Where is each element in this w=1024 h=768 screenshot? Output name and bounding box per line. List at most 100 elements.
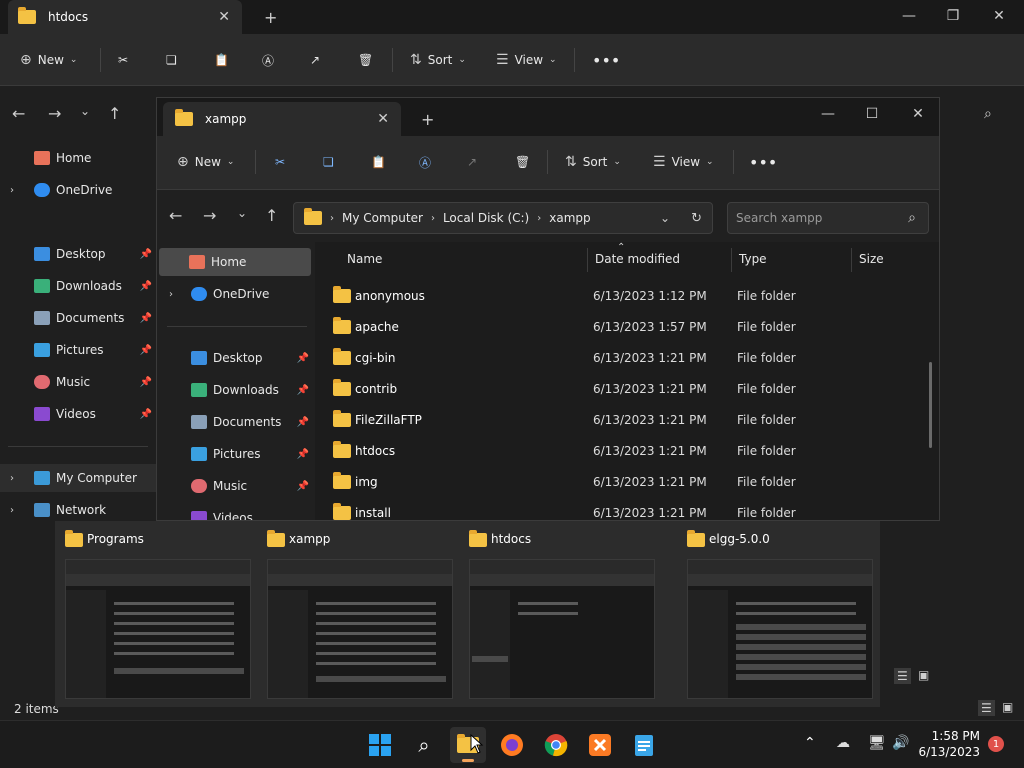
sidebar-item-downloads[interactable]: Downloads 📌 (0, 272, 156, 300)
delete-icon[interactable]: 🗑 (515, 150, 530, 174)
cut-icon[interactable]: ✂ (118, 48, 128, 72)
cut-icon[interactable]: ✂ (275, 150, 285, 174)
new-tab-icon[interactable]: + (264, 8, 277, 27)
table-row[interactable]: img 6/13/2023 1:21 PM File folder (315, 466, 925, 497)
show-hidden-icons-chevron[interactable]: ⌃ (804, 735, 816, 751)
expand-chevron-icon[interactable]: › (169, 289, 173, 300)
sort-button[interactable]: ⇅ Sort ⌄ (410, 48, 466, 72)
details-view-icon[interactable]: ☰ (894, 668, 911, 684)
close-tab-icon[interactable]: ✕ (218, 9, 230, 25)
sidebar-item-pictures[interactable]: Pictures 📌 (157, 440, 313, 468)
sidebar-item-home[interactable]: Home (0, 144, 156, 172)
minimize-button[interactable]: — (805, 98, 851, 130)
sidebar-item-music[interactable]: Music 📌 (0, 368, 156, 396)
breadcrumb-xampp[interactable]: xampp (549, 211, 590, 225)
details-view-icon[interactable]: ☰ (978, 700, 995, 716)
back-arrow-icon[interactable]: ← (12, 104, 25, 123)
table-row[interactable]: apache 6/13/2023 1:57 PM File folder (315, 311, 925, 342)
new-button[interactable]: ⊕ New ⌄ (177, 150, 234, 174)
firefox-icon[interactable] (494, 727, 530, 763)
address-bar[interactable]: › My Computer › Local Disk (C:) › xampp … (293, 202, 713, 234)
column-divider[interactable] (731, 248, 732, 272)
minimize-button[interactable]: — (886, 0, 932, 32)
sidebar-item-home[interactable]: Home (159, 248, 311, 276)
column-header-type[interactable]: Type (739, 252, 767, 266)
column-divider[interactable] (851, 248, 852, 272)
sidebar-item-videos[interactable]: Videos (157, 504, 313, 520)
share-icon[interactable]: ↗ (310, 48, 320, 72)
sidebar-item-pictures[interactable]: Pictures 📌 (0, 336, 156, 364)
volume-icon[interactable]: 🔊 (892, 735, 909, 751)
restore-button[interactable]: ❐ (930, 0, 976, 32)
new-button[interactable]: ⊕ New ⌄ (20, 48, 77, 72)
forward-arrow-icon[interactable]: → (48, 104, 61, 123)
more-icon[interactable]: ••• (749, 150, 777, 174)
recent-chevron-icon[interactable]: ⌄ (80, 104, 90, 118)
expand-chevron-icon[interactable]: › (10, 185, 14, 196)
sidebar-item-onedrive[interactable]: › OneDrive (157, 280, 313, 308)
column-header-size[interactable]: Size (859, 252, 884, 266)
expand-chevron-icon[interactable]: › (10, 505, 14, 516)
close-button[interactable]: ✕ (895, 98, 939, 130)
share-icon[interactable]: ↗ (467, 150, 477, 174)
preview-xampp[interactable]: xampp (257, 521, 455, 707)
recent-chevron-icon[interactable]: ⌄ (237, 206, 247, 220)
delete-icon[interactable]: 🗑 (358, 48, 373, 72)
copy-icon[interactable]: ❏ (323, 150, 334, 174)
preview-elgg[interactable]: elgg-5.0.0 (677, 521, 875, 707)
cloud-offline-icon[interactable]: ☁ (836, 735, 850, 751)
close-button[interactable]: ✕ (976, 0, 1022, 32)
column-header-name[interactable]: Name (347, 252, 382, 266)
rename-icon[interactable]: Ⓐ (419, 150, 431, 174)
view-button[interactable]: ☰ View ⌄ (653, 150, 714, 174)
sidebar-item-videos[interactable]: Videos 📌 (0, 400, 156, 428)
start-icon[interactable] (362, 727, 398, 763)
vertical-scrollbar[interactable] (929, 362, 932, 448)
tiles-view-icon[interactable]: ▣ (918, 668, 929, 682)
table-row[interactable]: install 6/13/2023 1:21 PM File folder (315, 497, 925, 520)
sidebar-item-downloads[interactable]: Downloads 📌 (157, 376, 313, 404)
breadcrumb-my-computer[interactable]: My Computer (342, 211, 423, 225)
search-input[interactable]: Search xampp ⌕ (727, 202, 929, 234)
search-icon[interactable]: ⌕ (984, 106, 992, 122)
breadcrumb-local-disk[interactable]: Local Disk (C:) (443, 211, 529, 225)
sidebar-item-desktop[interactable]: Desktop 📌 (157, 344, 313, 372)
column-divider[interactable] (587, 248, 588, 272)
preview-programs[interactable]: Programs (55, 521, 253, 707)
sidebar-item-documents[interactable]: Documents 📌 (0, 304, 156, 332)
chrome-icon[interactable] (538, 727, 574, 763)
table-row[interactable]: htdocs 6/13/2023 1:21 PM File folder (315, 435, 925, 466)
network-icon[interactable]: 🖥 (868, 735, 886, 751)
table-row[interactable]: contrib 6/13/2023 1:21 PM File folder (315, 373, 925, 404)
back-arrow-icon[interactable]: ← (169, 206, 182, 225)
tab-xampp[interactable]: xampp ✕ (163, 102, 401, 136)
close-tab-icon[interactable]: ✕ (377, 111, 389, 127)
sidebar-item-my-computer[interactable]: › My Computer (0, 464, 156, 492)
preview-htdocs[interactable]: htdocs (459, 521, 657, 707)
sidebar-item-onedrive[interactable]: › OneDrive (0, 176, 156, 204)
address-history-chevron-icon[interactable]: ⌄ (660, 211, 670, 225)
clock-date[interactable]: 6/13/2023 (918, 745, 980, 759)
up-arrow-icon[interactable]: ↑ (265, 206, 278, 225)
more-icon[interactable]: ••• (592, 48, 620, 72)
xampp-icon[interactable] (582, 727, 618, 763)
sidebar-item-network[interactable]: › Network (0, 496, 156, 524)
rename-icon[interactable]: Ⓐ (262, 48, 274, 72)
paste-icon[interactable]: 📋 (214, 48, 229, 72)
search-icon[interactable]: ⌕ (406, 727, 442, 763)
forward-arrow-icon[interactable]: → (203, 206, 216, 225)
notification-badge[interactable]: 1 (988, 736, 1004, 752)
expand-chevron-icon[interactable]: › (10, 473, 14, 484)
column-header-date-modified[interactable]: Date modified (595, 252, 680, 266)
up-arrow-icon[interactable]: ↑ (108, 104, 121, 123)
refresh-icon[interactable]: ↻ (691, 211, 702, 226)
tab-htdocs[interactable]: htdocs ✕ (8, 0, 242, 34)
paste-icon[interactable]: 📋 (371, 150, 386, 174)
maximize-button[interactable]: ☐ (849, 98, 895, 130)
sidebar-item-documents[interactable]: Documents 📌 (157, 408, 313, 436)
tiles-view-icon[interactable]: ▣ (1002, 700, 1013, 714)
table-row[interactable]: anonymous 6/13/2023 1:12 PM File folder (315, 280, 925, 311)
clock-time[interactable]: 1:58 PM (932, 729, 980, 743)
sidebar-item-music[interactable]: Music 📌 (157, 472, 313, 500)
new-tab-icon[interactable]: + (421, 110, 434, 129)
